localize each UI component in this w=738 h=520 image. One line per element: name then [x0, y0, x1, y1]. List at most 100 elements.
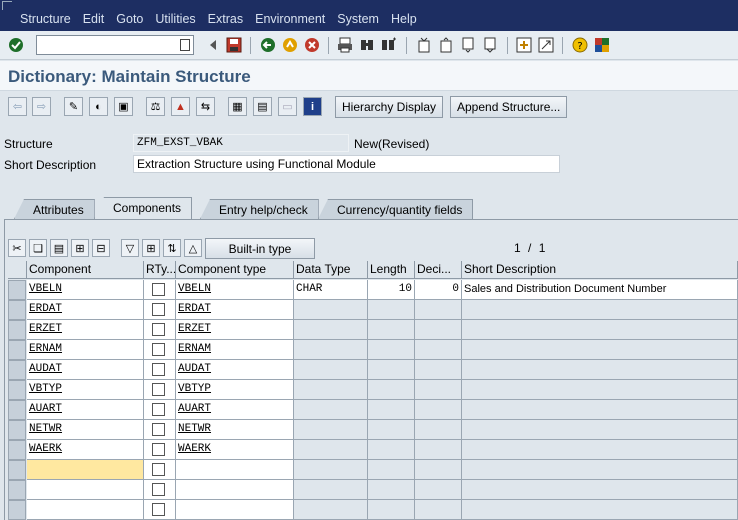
component-type-cell[interactable] [176, 480, 294, 500]
print-icon[interactable] [337, 37, 353, 53]
menu-goto[interactable]: Goto [110, 12, 149, 26]
row-selector[interactable] [8, 280, 26, 300]
rtype-cell[interactable] [144, 380, 176, 400]
short-description-cell[interactable] [462, 300, 738, 320]
length-cell[interactable] [368, 400, 415, 420]
component-cell[interactable]: VBELN [27, 280, 144, 300]
previous-object-icon[interactable]: ⇦ [8, 97, 27, 116]
last-page-icon[interactable] [482, 37, 498, 53]
menu-help[interactable]: Help [385, 12, 423, 26]
column-header-data-type[interactable]: Data Type [294, 261, 368, 279]
decimals-cell[interactable] [415, 360, 462, 380]
component-cell[interactable]: WAERK [27, 440, 144, 460]
row-selector[interactable] [8, 340, 26, 360]
rtype-cell[interactable] [144, 500, 176, 520]
data-type-cell[interactable] [294, 380, 368, 400]
customize-layout-icon[interactable] [594, 37, 610, 53]
cancel-icon[interactable] [304, 37, 320, 53]
length-cell[interactable] [368, 320, 415, 340]
rtype-cell[interactable] [144, 440, 176, 460]
short-description-cell[interactable] [462, 340, 738, 360]
information-icon[interactable]: i [303, 97, 322, 116]
rtype-cell[interactable] [144, 480, 176, 500]
next-page-icon[interactable] [460, 37, 476, 53]
rtype-checkbox[interactable] [152, 323, 165, 336]
row-selector[interactable] [8, 380, 26, 400]
back-arrow-icon[interactable] [205, 37, 221, 53]
short-description-cell[interactable] [462, 440, 738, 460]
built-in-type-button[interactable]: Built-in type [205, 238, 315, 259]
data-type-cell[interactable] [294, 420, 368, 440]
shortcut-icon[interactable] [538, 37, 554, 53]
row-selector[interactable] [8, 500, 26, 520]
tab-currency-quantity-fields[interactable]: Currency/quantity fields [318, 199, 474, 219]
new-rows-icon[interactable]: ⊞ [142, 239, 160, 257]
menu-structure[interactable]: Structure [14, 12, 77, 26]
component-type-cell[interactable]: AUDAT [176, 360, 294, 380]
column-header-short-description[interactable]: Short Description [462, 261, 738, 279]
length-cell[interactable] [368, 380, 415, 400]
rtype-cell[interactable] [144, 300, 176, 320]
data-type-cell[interactable]: CHAR [294, 280, 368, 300]
rtype-checkbox[interactable] [152, 303, 165, 316]
first-page-icon[interactable] [416, 37, 432, 53]
decimals-cell[interactable] [415, 500, 462, 520]
component-cell[interactable] [27, 480, 144, 500]
decimals-cell[interactable] [415, 420, 462, 440]
delete-row-icon[interactable]: ⊟ [92, 239, 110, 257]
column-header-component-type[interactable]: Component type [176, 261, 294, 279]
data-type-cell[interactable] [294, 500, 368, 520]
row-selector[interactable] [8, 300, 26, 320]
length-cell[interactable] [368, 460, 415, 480]
short-description-cell[interactable] [462, 420, 738, 440]
row-selector[interactable] [8, 480, 26, 500]
rtype-checkbox[interactable] [152, 503, 165, 516]
rtype-checkbox[interactable] [152, 443, 165, 456]
component-cell[interactable]: ERDAT [27, 300, 144, 320]
component-cell[interactable]: ERNAM [27, 340, 144, 360]
save-icon[interactable] [226, 37, 242, 53]
component-cell[interactable] [27, 460, 144, 480]
data-type-cell[interactable] [294, 300, 368, 320]
decimals-cell[interactable] [415, 460, 462, 480]
rtype-cell[interactable] [144, 340, 176, 360]
rtype-checkbox[interactable] [152, 403, 165, 416]
hierarchy-display-button[interactable]: Hierarchy Display [335, 96, 444, 118]
length-cell[interactable] [368, 360, 415, 380]
help-icon[interactable]: ? [572, 37, 588, 53]
component-type-cell[interactable]: ERZET [176, 320, 294, 340]
rtype-checkbox[interactable] [152, 483, 165, 496]
data-type-cell[interactable] [294, 480, 368, 500]
component-cell[interactable]: AUDAT [27, 360, 144, 380]
short-description-cell[interactable] [462, 380, 738, 400]
append-structure-button[interactable]: Append Structure... [450, 96, 568, 118]
component-type-cell[interactable]: VBTYP [176, 380, 294, 400]
next-object-icon[interactable]: ⇨ [32, 97, 51, 116]
rtype-cell[interactable] [144, 280, 176, 300]
rtype-checkbox[interactable] [152, 463, 165, 476]
menu-extras[interactable]: Extras [202, 12, 249, 26]
decimals-cell[interactable] [415, 300, 462, 320]
decimals-cell[interactable] [415, 340, 462, 360]
select-all-header[interactable] [8, 261, 27, 279]
activate-icon[interactable]: ▲ [171, 97, 190, 116]
short-description-cell[interactable] [462, 480, 738, 500]
component-type-cell[interactable]: ERDAT [176, 300, 294, 320]
short-description-cell[interactable] [462, 460, 738, 480]
rtype-checkbox[interactable] [152, 343, 165, 356]
component-cell[interactable]: AUART [27, 400, 144, 420]
command-field[interactable] [36, 35, 194, 55]
row-selector[interactable] [8, 460, 26, 480]
display-change-icon[interactable]: ✎ [64, 97, 83, 116]
command-history-icon[interactable] [180, 39, 190, 51]
new-session-icon[interactable] [516, 37, 532, 53]
other-object-icon[interactable]: ▣ [114, 97, 133, 116]
cut-icon[interactable]: ✂ [8, 239, 26, 257]
component-type-cell[interactable]: VBELN [176, 280, 294, 300]
decimals-cell[interactable] [415, 480, 462, 500]
short-description-cell[interactable] [462, 500, 738, 520]
data-type-cell[interactable] [294, 340, 368, 360]
short-description-field[interactable]: Extraction Structure using Functional Mo… [133, 155, 560, 173]
filter-icon[interactable]: ▽ [121, 239, 139, 257]
data-type-cell[interactable] [294, 360, 368, 380]
